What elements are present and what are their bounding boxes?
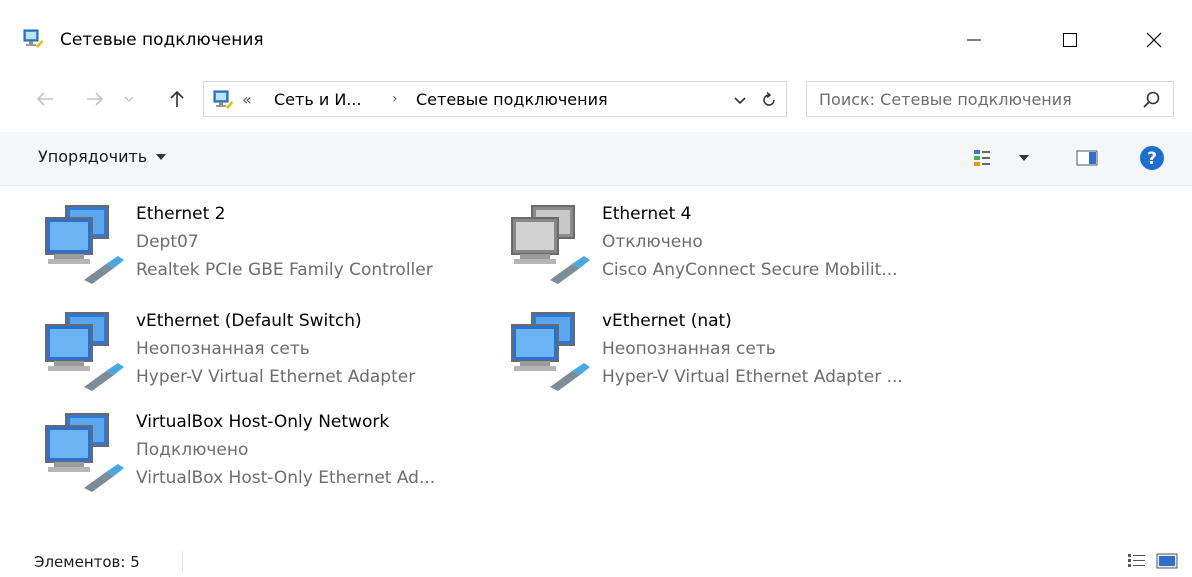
network-connections-icon bbox=[213, 90, 233, 109]
view-dropdown-button[interactable] bbox=[1014, 143, 1034, 173]
breadcrumb-network-connections[interactable]: Сетевые подключения bbox=[416, 90, 608, 109]
details-view-button[interactable] bbox=[1126, 551, 1148, 571]
large-icons-view-button[interactable] bbox=[1156, 551, 1178, 571]
connection-name: Ethernet 4 bbox=[602, 204, 692, 224]
breadcrumb-separator[interactable]: › bbox=[392, 91, 398, 107]
connection-status: Неопознанная сеть bbox=[136, 339, 310, 359]
help-icon: ? bbox=[1140, 146, 1164, 170]
arrow-up-icon bbox=[170, 90, 184, 107]
search-box[interactable]: Поиск: Сетевые подключения bbox=[806, 81, 1174, 117]
search-placeholder: Поиск: Сетевые подключения bbox=[819, 90, 1072, 109]
address-overflow[interactable]: « bbox=[242, 90, 252, 109]
caret-down-icon bbox=[1019, 155, 1029, 161]
connection-status: Подключено bbox=[136, 440, 249, 460]
connection-device: Cisco AnyConnect Secure Mobilit... bbox=[602, 260, 898, 280]
list-item[interactable]: Ethernet 2 Dept07 Realtek PCIe GBE Famil… bbox=[44, 202, 504, 302]
refresh-icon bbox=[763, 91, 775, 106]
arrow-left-icon bbox=[36, 92, 53, 106]
back-button[interactable] bbox=[30, 84, 60, 114]
list-item[interactable]: Ethernet 4 Отключено Cisco AnyConnect Se… bbox=[510, 202, 970, 302]
connections-list: Ethernet 2 Dept07 Realtek PCIe GBE Famil… bbox=[0, 186, 1192, 534]
connection-status: Dept07 bbox=[136, 232, 199, 252]
up-button[interactable] bbox=[162, 84, 192, 114]
connection-name: VirtualBox Host-Only Network bbox=[136, 412, 390, 432]
caret-down-icon bbox=[156, 153, 167, 160]
connection-status: Неопознанная сеть bbox=[602, 339, 776, 359]
forward-button[interactable] bbox=[80, 84, 110, 114]
list-item[interactable]: vEthernet (Default Switch) Неопознанная … bbox=[44, 309, 504, 409]
arrow-right-icon bbox=[87, 92, 104, 106]
network-adapter-icon bbox=[511, 312, 590, 391]
organize-label: Упорядочить bbox=[38, 147, 148, 166]
maximize-button[interactable] bbox=[1042, 18, 1098, 62]
address-bar[interactable]: « Сеть и И... › Сетевые подключения bbox=[203, 81, 787, 117]
connection-device: VirtualBox Host-Only Ethernet Ad... bbox=[136, 468, 436, 488]
network-adapter-icon bbox=[45, 312, 124, 391]
connection-name: Ethernet 2 bbox=[136, 204, 226, 224]
close-icon bbox=[1146, 32, 1162, 48]
organize-button[interactable]: Упорядочить bbox=[38, 147, 167, 166]
address-dropdown-button[interactable] bbox=[728, 88, 752, 112]
network-adapter-icon bbox=[45, 205, 124, 284]
chevron-down-icon bbox=[734, 97, 746, 105]
network-adapter-icon bbox=[45, 413, 124, 492]
minimize-icon bbox=[967, 39, 981, 41]
refresh-button[interactable] bbox=[756, 88, 782, 112]
connection-device: Hyper-V Virtual Ethernet Adapter bbox=[136, 367, 416, 387]
connection-name: vEthernet (nat) bbox=[602, 311, 732, 331]
network-adapter-disabled-icon bbox=[511, 205, 590, 284]
title-bar: Сетевые подключения bbox=[0, 0, 1192, 66]
connection-status: Отключено bbox=[602, 232, 703, 252]
preview-pane-icon bbox=[1076, 150, 1098, 166]
connection-device: Hyper-V Virtual Ethernet Adapter ... bbox=[602, 367, 903, 387]
chevron-down-icon bbox=[124, 96, 134, 102]
explorer-window: Сетевые подключения « Сеть и И... › Сете… bbox=[0, 0, 1192, 577]
command-bar: Упорядочить ? bbox=[0, 132, 1192, 186]
list-item[interactable]: VirtualBox Host-Only Network Подключено … bbox=[44, 410, 504, 510]
large-icons-view-icon bbox=[1156, 553, 1178, 569]
close-button[interactable] bbox=[1126, 18, 1182, 62]
navigation-bar: « Сеть и И... › Сетевые подключения Поис… bbox=[0, 74, 1192, 124]
status-divider bbox=[182, 551, 183, 573]
item-count: Элементов: 5 bbox=[34, 553, 140, 571]
status-bar: Элементов: 5 bbox=[0, 545, 1192, 577]
maximize-icon bbox=[1063, 33, 1077, 47]
connection-name: vEthernet (Default Switch) bbox=[136, 311, 362, 331]
details-view-icon bbox=[1128, 554, 1145, 567]
network-connections-icon bbox=[23, 29, 43, 48]
minimize-button[interactable] bbox=[946, 18, 1002, 62]
list-item[interactable]: vEthernet (nat) Неопознанная сеть Hyper-… bbox=[510, 309, 970, 409]
svg-text:?: ? bbox=[1147, 149, 1157, 169]
preview-pane-button[interactable] bbox=[1074, 143, 1100, 173]
search-icon[interactable] bbox=[1141, 90, 1161, 110]
connection-device: Realtek PCIe GBE Family Controller bbox=[136, 260, 433, 280]
window-title: Сетевые подключения bbox=[60, 30, 264, 50]
view-options-icon bbox=[974, 150, 990, 166]
help-button[interactable]: ? bbox=[1138, 143, 1166, 173]
breadcrumb-network-and-internet[interactable]: Сеть и И... bbox=[274, 90, 362, 109]
recent-locations-button[interactable] bbox=[118, 84, 140, 114]
change-view-button[interactable] bbox=[970, 143, 994, 173]
